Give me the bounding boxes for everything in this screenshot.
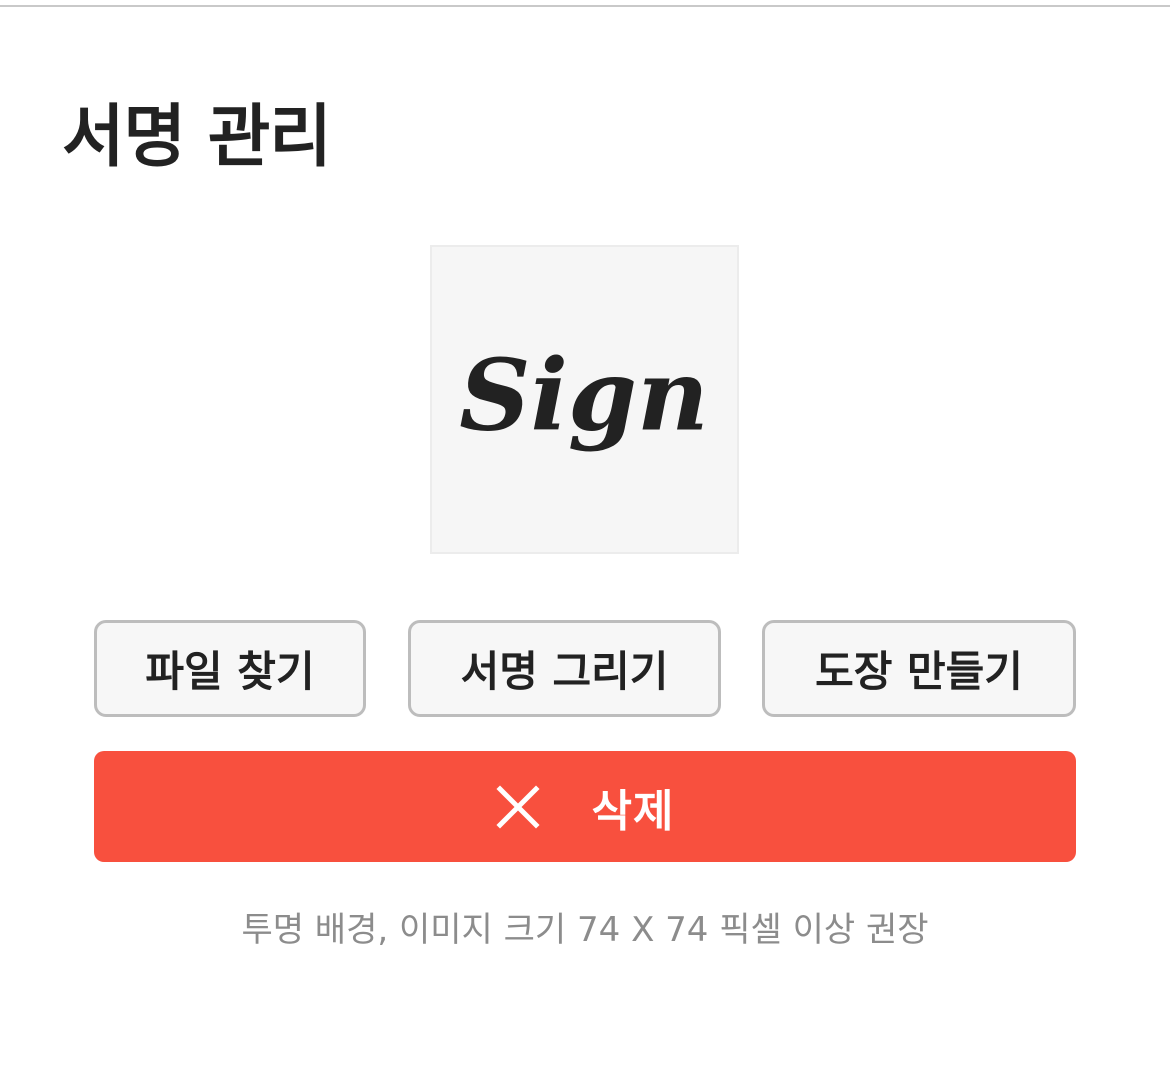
image-size-hint: 투명 배경, 이미지 크기 74 X 74 픽셀 이상 권장	[241, 910, 929, 950]
make-stamp-label: 도장 만들기	[815, 647, 1023, 696]
signature-image: Sign	[459, 338, 709, 454]
make-stamp-button[interactable]: 도장 만들기	[762, 620, 1076, 717]
delete-button[interactable]: 삭제	[94, 751, 1076, 862]
top-divider	[0, 5, 1170, 7]
draw-signature-button[interactable]: 서명 그리기	[408, 620, 721, 717]
delete-label: 삭제	[591, 785, 675, 837]
signature-text: Sign	[459, 338, 709, 454]
page-title: 서명 관리	[62, 98, 332, 177]
find-file-label: 파일 찾기	[145, 647, 315, 696]
draw-signature-label: 서명 그리기	[460, 647, 669, 696]
signature-preview: Sign	[430, 245, 739, 554]
close-icon	[495, 784, 540, 829]
find-file-button[interactable]: 파일 찾기	[94, 620, 366, 717]
